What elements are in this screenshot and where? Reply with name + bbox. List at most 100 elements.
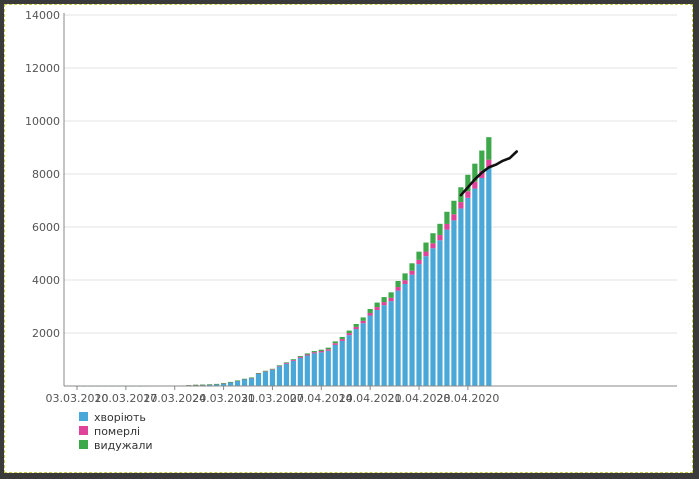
bar-sick — [423, 256, 429, 386]
bar-recovered — [332, 341, 338, 344]
bar-recovered — [325, 347, 331, 350]
bar-recovered — [479, 150, 485, 171]
bar-dead — [430, 243, 436, 249]
bar-dead — [297, 356, 303, 358]
bar-recovered — [388, 292, 394, 298]
bar-sick — [479, 177, 485, 386]
bar-dead — [437, 234, 443, 241]
bar-recovered — [486, 137, 492, 160]
bar-sick — [437, 240, 443, 386]
bar-recovered — [416, 251, 422, 260]
bar-recovered — [283, 362, 289, 363]
bar-sick — [388, 301, 394, 386]
bar-sick — [276, 366, 283, 386]
bar-dead — [339, 339, 345, 341]
bar-recovered — [381, 297, 387, 303]
bar-recovered — [311, 351, 317, 353]
bar-sick — [332, 344, 338, 386]
bar-dead — [283, 362, 289, 364]
bar-sick — [486, 167, 492, 386]
bar-dead — [311, 352, 317, 354]
bar-recovered — [367, 308, 373, 313]
bar-sick — [381, 305, 387, 386]
bar-recovered — [220, 383, 227, 384]
bar-dead — [325, 349, 331, 351]
bar-sick — [325, 350, 331, 386]
bar-dead — [444, 223, 450, 230]
bar-dead — [465, 191, 471, 198]
stacked-bar-chart: 200040006000800010000120001400003.03.202… — [25, 9, 677, 452]
y-tick-label: 10000 — [25, 115, 60, 128]
y-tick-label: 14000 — [25, 9, 60, 22]
bar-recovered — [214, 383, 220, 385]
bar-sick — [360, 323, 366, 386]
bar-recovered — [241, 378, 248, 380]
bar-dead — [353, 326, 359, 330]
bar-dead — [423, 251, 429, 257]
bar-recovered — [262, 370, 269, 372]
bar-recovered — [290, 359, 296, 360]
bar-sick — [416, 264, 422, 386]
bar-sick — [255, 373, 262, 386]
bar-dead — [318, 350, 324, 353]
bar-sick — [234, 380, 241, 386]
bar-dead — [381, 302, 387, 306]
bar-dead — [360, 320, 366, 324]
bar-dead — [332, 343, 338, 345]
bar-dead — [409, 270, 415, 275]
y-tick-label: 6000 — [32, 221, 60, 234]
y-tick-label: 4000 — [32, 274, 60, 287]
bars — [74, 137, 492, 387]
bar-dead — [374, 307, 380, 310]
bar-recovered — [193, 384, 199, 386]
bar-sick — [290, 360, 296, 386]
bar-recovered — [234, 380, 241, 382]
bar-dead — [367, 312, 373, 316]
bar-dead — [395, 287, 401, 291]
bar-dead — [388, 297, 394, 302]
bar-recovered — [374, 302, 380, 308]
bar-sick — [227, 382, 234, 386]
bar-recovered — [200, 384, 206, 386]
bar-recovered — [269, 368, 276, 370]
bar-sick — [465, 197, 471, 386]
bar-dead — [402, 280, 408, 284]
bar-sick — [304, 355, 310, 386]
bar-recovered — [248, 377, 255, 379]
bar-sick — [472, 188, 478, 386]
bar-dead — [346, 333, 352, 336]
bar-sick — [346, 335, 352, 386]
bar-recovered — [444, 211, 450, 224]
bar-recovered — [360, 317, 366, 321]
grid-lines — [64, 14, 677, 334]
bar-dead — [451, 214, 457, 221]
bar-recovered — [255, 373, 262, 374]
y-tick-label: 12000 — [25, 62, 60, 75]
bar-recovered — [339, 336, 345, 340]
legend-swatch — [79, 426, 88, 435]
bar-recovered — [353, 323, 359, 327]
bar-sick — [430, 248, 436, 386]
bar-sick — [339, 340, 345, 386]
legend-label: хворіють — [94, 411, 146, 424]
bar-dead — [290, 359, 296, 361]
bar-sick — [374, 309, 380, 386]
bar-recovered — [346, 330, 352, 334]
bar-sick — [248, 378, 255, 386]
bar-sick — [269, 369, 276, 386]
bar-sick — [458, 208, 464, 386]
y-tick-label: 2000 — [32, 327, 60, 340]
bar-recovered — [409, 263, 415, 271]
bar-recovered — [402, 273, 408, 281]
bar-sick — [283, 363, 289, 386]
bar-recovered — [451, 200, 457, 215]
bar-sick — [318, 352, 324, 386]
bar-recovered — [276, 365, 283, 366]
bar-sick — [353, 329, 359, 386]
bar-sick — [241, 379, 248, 386]
bar-recovered — [437, 223, 443, 235]
bar-dead — [416, 259, 422, 265]
bar-dead — [276, 365, 283, 367]
bar-sick — [395, 290, 401, 386]
chart-frame: 2000 4000 6000 8000 10000 12000 14000 03.03.202… — [4, 4, 693, 473]
